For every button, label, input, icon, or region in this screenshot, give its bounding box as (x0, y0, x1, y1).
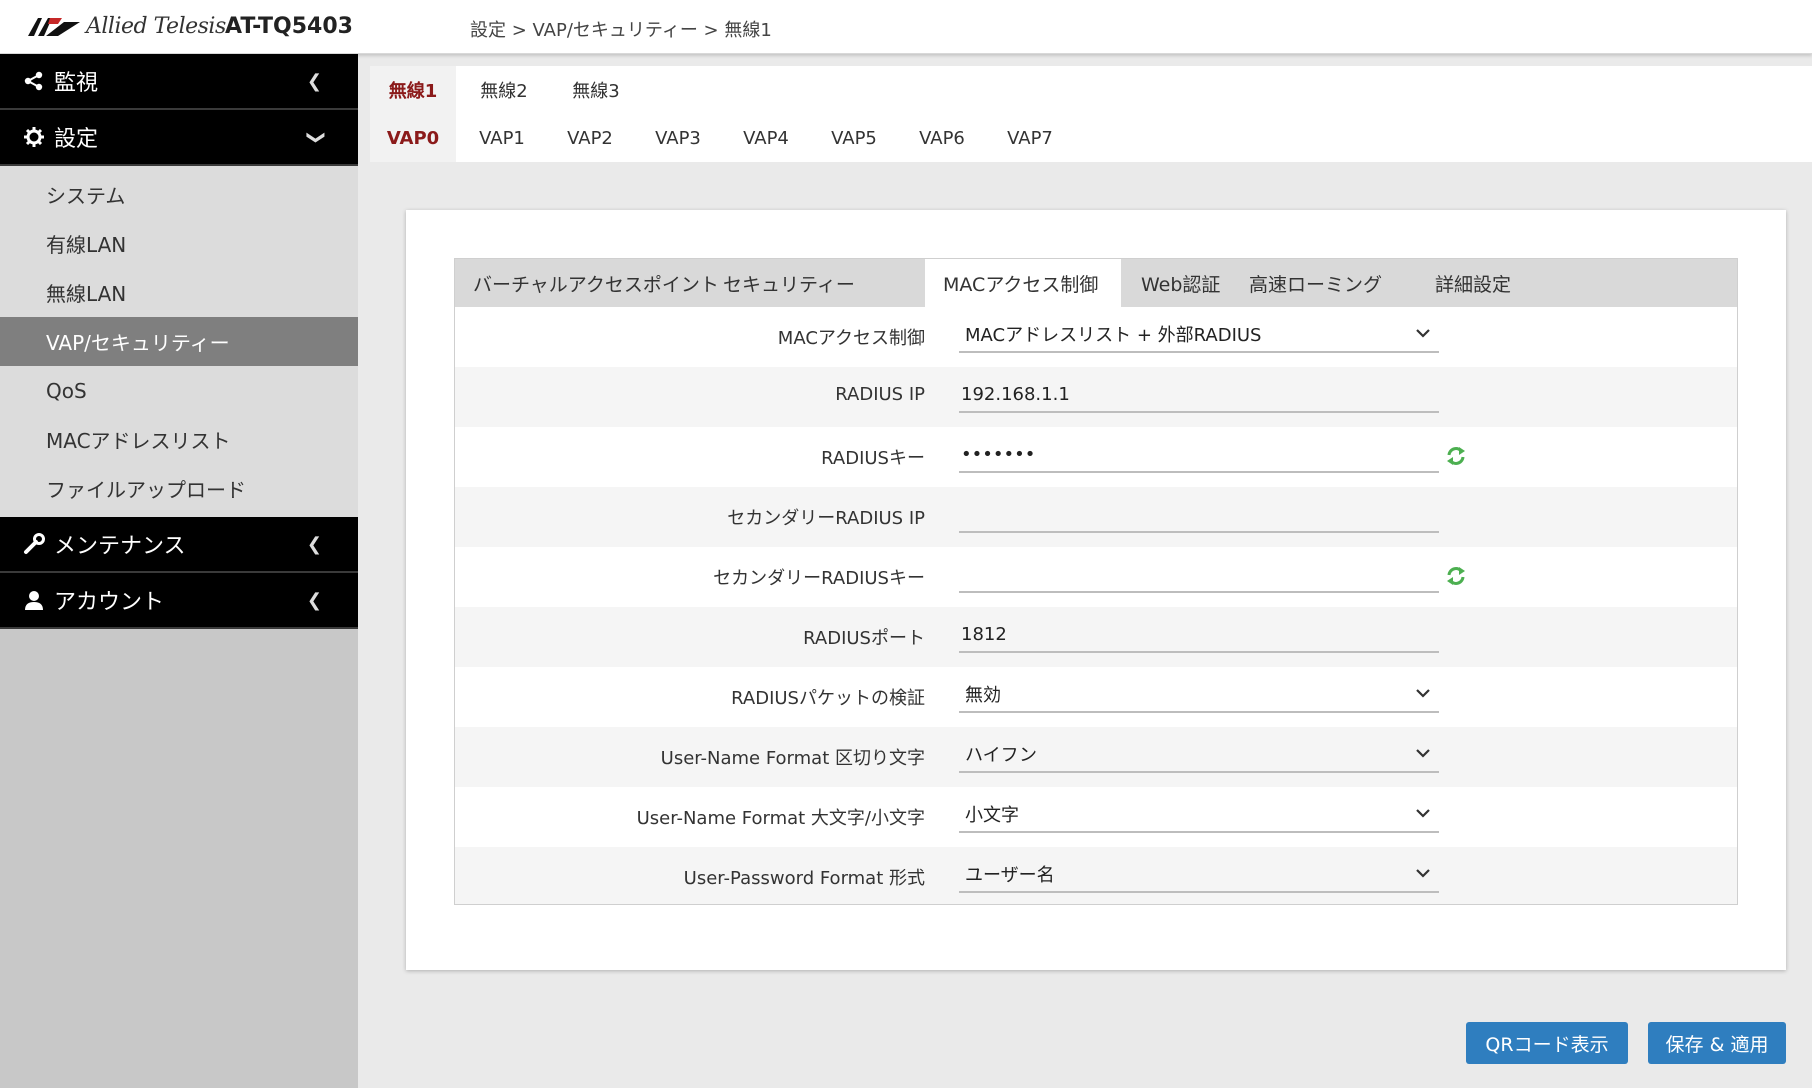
mac-access-value: MACアドレスリスト + 外部RADIUS (965, 325, 1262, 346)
sidebar-section-maintenance[interactable]: メンテナンス ❮ (0, 517, 358, 573)
sidebar-section-label: メンテナンス (54, 534, 186, 559)
tab-mac-access-control[interactable]: MACアクセス制御 (925, 259, 1121, 307)
wrench-icon (22, 532, 46, 556)
tab-radio-2[interactable]: 無線2 (464, 66, 544, 114)
tab-advanced-settings[interactable]: 詳細設定 (1417, 259, 1529, 307)
tab-vap-1[interactable]: VAP1 (462, 114, 542, 162)
secondary-radius-key-input[interactable] (959, 557, 1439, 593)
mac-access-select[interactable]: MACアドレスリスト + 外部RADIUS (959, 317, 1439, 353)
sidebar-item-mac-address-list[interactable]: MACアドレスリスト (0, 415, 358, 464)
tab-vap-4[interactable]: VAP4 (726, 114, 806, 162)
tab-radio-3[interactable]: 無線3 (556, 66, 636, 114)
password-format-select[interactable]: ユーザー名 (959, 857, 1439, 893)
tab-security[interactable]: セキュリティー (705, 259, 873, 307)
sidebar-section-label: 監視 (54, 71, 99, 96)
tab-web-auth[interactable]: Web認証 (1123, 259, 1238, 307)
tab-vap-3[interactable]: VAP3 (638, 114, 718, 162)
packet-verify-select[interactable]: 無効 (959, 677, 1439, 713)
allied-telesis-logo-icon (28, 17, 80, 36)
username-delimiter-select[interactable]: ハイフン (959, 737, 1439, 773)
row-password-format: User-Password Format 形式 ユーザー名 (455, 847, 1737, 904)
user-icon (22, 588, 46, 612)
row-radius-ip: RADIUS IP 192.168.1.1 (455, 367, 1737, 427)
vap-tabs: VAP0 VAP1 VAP2 VAP3 VAP4 VAP5 VAP6 VAP7 (370, 114, 1812, 162)
sidebar-section-settings[interactable]: 設定 ❮ (0, 110, 358, 166)
settings-submenu: システム 有線LAN 無線LAN VAP/セキュリティー QoS MACアドレス… (0, 166, 358, 517)
save-apply-button[interactable]: 保存 & 適用 (1648, 1022, 1786, 1064)
gear-icon (22, 125, 46, 149)
secondary-radius-ip-label: セカンダリーRADIUS IP (727, 508, 925, 529)
row-radius-key: RADIUSキー ••••••• (455, 427, 1737, 487)
password-format-value: ユーザー名 (965, 865, 1055, 886)
radius-port-input[interactable]: 1812 (959, 617, 1439, 653)
chevron-left-icon: ❮ (306, 589, 322, 611)
tab-virtual-access-point[interactable]: バーチャルアクセスポイント (455, 259, 737, 307)
username-case-value: 小文字 (965, 805, 1019, 826)
chevron-down-icon (1416, 689, 1430, 698)
secondary-radius-key-label: セカンダリーRADIUSキー (713, 568, 925, 589)
tab-fast-roaming[interactable]: 高速ローミング (1231, 259, 1400, 307)
row-secondary-radius-key: セカンダリーRADIUSキー (455, 547, 1737, 607)
sidebar-item-wired-lan[interactable]: 有線LAN (0, 219, 358, 268)
username-case-select[interactable]: 小文字 (959, 797, 1439, 833)
app-header: Allied Telesis AT-TQ5403 設定 > VAP/セキュリティ… (0, 0, 1812, 54)
breadcrumb: 設定 > VAP/セキュリティー > 無線1 (470, 20, 772, 41)
row-radius-port: RADIUSポート 1812 (455, 607, 1737, 667)
tab-vap-2[interactable]: VAP2 (550, 114, 630, 162)
radius-ip-label: RADIUS IP (835, 384, 925, 405)
row-packet-verify: RADIUSパケットの検証 無効 (455, 667, 1737, 727)
tab-vap-6[interactable]: VAP6 (902, 114, 982, 162)
packet-verify-value: 無効 (965, 685, 1001, 706)
sidebar-section-account[interactable]: アカウント ❮ (0, 573, 358, 629)
row-username-delimiter: User-Name Format 区切り文字 ハイフン (455, 727, 1737, 787)
row-secondary-radius-ip: セカンダリーRADIUS IP (455, 487, 1737, 547)
mac-access-label: MACアクセス制御 (777, 328, 925, 349)
radius-key-input[interactable]: ••••••• (959, 437, 1439, 473)
sidebar: 監視 ❮ 設定 ❮ システム 有線LAN 無線LAN VAP/セキュリティー Q… (0, 54, 358, 1088)
username-case-label: User-Name Format 大文字/小文字 (636, 808, 925, 829)
sidebar-item-file-upload[interactable]: ファイルアップロード (0, 464, 358, 513)
chevron-down-icon (1416, 869, 1430, 878)
row-mac-access: MACアクセス制御 MACアドレスリスト + 外部RADIUS (455, 307, 1737, 367)
chevron-down-icon (1416, 329, 1430, 338)
sidebar-item-wireless-lan[interactable]: 無線LAN (0, 268, 358, 317)
qr-code-button[interactable]: QRコード表示 (1466, 1022, 1628, 1064)
tab-vap-7[interactable]: VAP7 (990, 114, 1070, 162)
device-model: AT-TQ5403 (225, 14, 353, 39)
chevron-down-icon (1416, 809, 1430, 818)
logo-text: Allied Telesis (86, 14, 226, 39)
password-format-label: User-Password Format 形式 (683, 868, 925, 889)
sidebar-item-qos[interactable]: QoS (0, 366, 358, 415)
radio-tabs: 無線1 無線2 無線3 (370, 66, 1812, 114)
sub-tabs: バーチャルアクセスポイント セキュリティー MACアクセス制御 Web認証 高速… (455, 259, 1737, 307)
chevron-left-icon: ❮ (306, 70, 322, 92)
sidebar-section-label: 設定 (54, 127, 99, 152)
chevron-down-icon: ❮ (303, 129, 325, 145)
sidebar-section-monitor[interactable]: 監視 ❮ (0, 54, 358, 110)
tab-radio-1[interactable]: 無線1 (370, 66, 456, 114)
tab-vap-5[interactable]: VAP5 (814, 114, 894, 162)
sidebar-section-label: アカウント (54, 590, 165, 615)
sidebar-item-vap-security[interactable]: VAP/セキュリティー (0, 317, 358, 366)
secondary-radius-ip-input[interactable] (959, 497, 1439, 533)
radius-port-label: RADIUSポート (803, 628, 925, 649)
tab-vap-0[interactable]: VAP0 (370, 114, 456, 162)
username-delimiter-value: ハイフン (965, 745, 1037, 766)
brand-logo: Allied Telesis (28, 14, 226, 39)
username-delimiter-label: User-Name Format 区切り文字 (660, 748, 925, 769)
refresh-icon[interactable] (1445, 565, 1467, 587)
settings-panel: バーチャルアクセスポイント セキュリティー MACアクセス制御 Web認証 高速… (406, 210, 1786, 970)
refresh-icon[interactable] (1445, 445, 1467, 467)
chevron-left-icon: ❮ (306, 533, 322, 555)
packet-verify-label: RADIUSパケットの検証 (731, 688, 925, 709)
chevron-down-icon (1416, 749, 1430, 758)
sidebar-item-system[interactable]: システム (0, 170, 358, 219)
share-icon (22, 69, 46, 93)
row-username-case: User-Name Format 大文字/小文字 小文字 (455, 787, 1737, 847)
radius-key-label: RADIUSキー (821, 448, 925, 469)
mac-access-form: バーチャルアクセスポイント セキュリティー MACアクセス制御 Web認証 高速… (454, 258, 1738, 905)
radius-ip-input[interactable]: 192.168.1.1 (959, 377, 1439, 413)
